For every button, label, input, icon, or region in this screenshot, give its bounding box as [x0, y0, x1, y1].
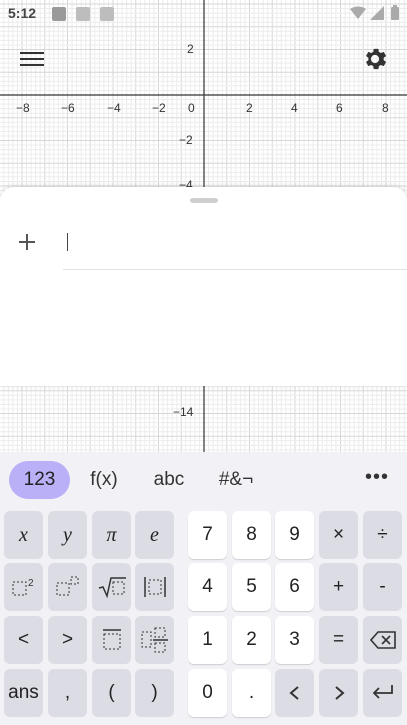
- x-tick-label: 2: [246, 101, 253, 115]
- tab-abc[interactable]: abc: [145, 461, 193, 499]
- key-8[interactable]: 8: [232, 511, 271, 559]
- drag-handle[interactable]: [190, 198, 218, 203]
- key-0[interactable]: 0: [188, 669, 227, 717]
- key-backspace[interactable]: [363, 616, 402, 664]
- app-notification-icon: [76, 7, 90, 21]
- algebra-panel: [0, 187, 407, 386]
- x-tick-label: 4: [291, 101, 298, 115]
- status-bar: 5:12: [0, 0, 407, 28]
- key-square-icon[interactable]: 2: [4, 563, 43, 611]
- key-abs-icon[interactable]: [135, 563, 174, 611]
- key-e[interactable]: e: [135, 511, 174, 559]
- key-left-paren[interactable]: (: [92, 669, 131, 717]
- key-enter[interactable]: [363, 669, 402, 717]
- y-tick-label: 2: [187, 42, 194, 56]
- overline-icon: [102, 629, 121, 650]
- battery-icon: [391, 5, 399, 20]
- key-minus[interactable]: -: [363, 563, 402, 611]
- chevron-right-icon: [334, 686, 345, 700]
- math-keyboard: 123 f(x) abc #&¬ ••• x y π e 7 8 9 × ÷ 2…: [0, 452, 407, 725]
- backspace-icon: [369, 631, 396, 649]
- key-5[interactable]: 5: [232, 563, 271, 611]
- key-right-arrow[interactable]: [319, 669, 358, 717]
- y-tick-label: −14: [173, 405, 194, 419]
- key-multiply[interactable]: ×: [319, 511, 358, 559]
- key-6[interactable]: 6: [275, 563, 314, 611]
- key-greater-than[interactable]: >: [48, 616, 87, 664]
- x-tick-label: 6: [336, 101, 343, 115]
- fraction-icon: [141, 627, 168, 653]
- x-tick-label: −6: [61, 101, 75, 115]
- key-sqrt-icon[interactable]: [92, 563, 131, 611]
- x-tick-label: −2: [152, 101, 166, 115]
- key-less-than[interactable]: <: [4, 616, 43, 664]
- settings-gear-icon[interactable]: [361, 45, 389, 73]
- key-left-arrow[interactable]: [275, 669, 314, 717]
- key-pi[interactable]: π: [92, 511, 131, 559]
- x-tick-label: −8: [16, 101, 30, 115]
- key-x[interactable]: x: [4, 511, 43, 559]
- key-power-icon[interactable]: [48, 563, 87, 611]
- key-decimal[interactable]: .: [232, 669, 271, 717]
- x-tick-label: 8: [382, 101, 389, 115]
- key-divide[interactable]: ÷: [363, 511, 402, 559]
- font-notification-icon: [100, 7, 114, 21]
- signal-icon: [370, 6, 384, 20]
- menu-icon[interactable]: [20, 48, 44, 70]
- expression-input[interactable]: [63, 227, 407, 270]
- key-y[interactable]: y: [48, 511, 87, 559]
- tab-123[interactable]: 123: [9, 461, 70, 499]
- key-2[interactable]: 2: [232, 616, 271, 664]
- key-3[interactable]: 3: [275, 616, 314, 664]
- key-right-paren[interactable]: ): [135, 669, 174, 717]
- key-7[interactable]: 7: [188, 511, 227, 559]
- square-icon: 2: [12, 578, 34, 596]
- status-time: 5:12: [8, 5, 37, 21]
- add-expression-plus-icon[interactable]: [16, 231, 38, 253]
- chevron-left-icon: [288, 686, 299, 700]
- abs-icon: [143, 577, 166, 597]
- key-4[interactable]: 4: [188, 563, 227, 611]
- key-overline-icon[interactable]: [92, 616, 131, 664]
- key-9[interactable]: 9: [275, 511, 314, 559]
- enter-icon: [372, 685, 393, 699]
- sqrt-icon: [98, 577, 126, 599]
- key-fraction-icon[interactable]: [135, 616, 174, 664]
- key-equals[interactable]: =: [319, 616, 358, 664]
- y-tick-label: −2: [179, 133, 193, 147]
- x-tick-label: 0: [188, 101, 195, 115]
- power-icon: [56, 576, 78, 596]
- key-comma[interactable]: ,: [48, 669, 87, 717]
- svg-text:2: 2: [28, 578, 34, 589]
- tab-functions[interactable]: f(x): [80, 461, 128, 499]
- key-ans[interactable]: ans: [4, 669, 43, 717]
- wifi-icon: [350, 6, 366, 19]
- text-caret: [67, 233, 68, 251]
- x-tick-label: −4: [107, 101, 121, 115]
- image-notification-icon: [52, 7, 66, 21]
- tab-symbols[interactable]: #&¬: [210, 461, 262, 499]
- key-plus[interactable]: +: [319, 563, 358, 611]
- more-options-icon[interactable]: •••: [365, 466, 389, 489]
- key-1[interactable]: 1: [188, 616, 227, 664]
